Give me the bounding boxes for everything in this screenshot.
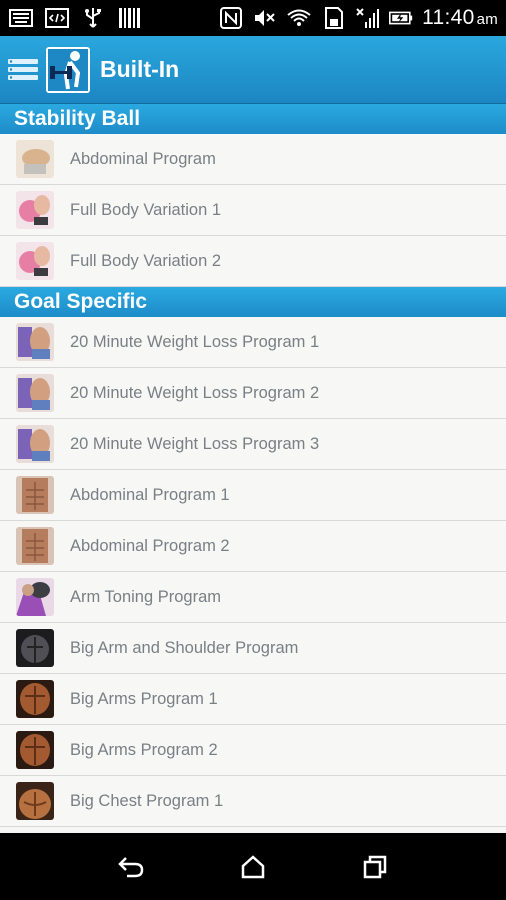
list-item[interactable]: Big Chest Program 1: [0, 776, 506, 827]
list-item-label: Abdominal Program 1: [70, 485, 230, 504]
program-thumbnail: [16, 242, 54, 280]
recent-apps-icon: [363, 855, 387, 878]
program-thumbnail: [16, 731, 54, 769]
back-icon: [118, 856, 144, 877]
program-thumbnail: [16, 680, 54, 718]
program-thumbnail: [16, 374, 54, 412]
program-thumbnail: [16, 191, 54, 229]
recent-apps-button[interactable]: [355, 847, 395, 887]
program-thumbnail: [16, 578, 54, 616]
system-nav-bar: [0, 833, 506, 900]
list-item[interactable]: 20 Minute Weight Loss Program 2: [0, 368, 506, 419]
list-item[interactable]: 20 Minute Weight Loss Program 3: [0, 419, 506, 470]
sd-card-icon: [320, 7, 346, 29]
usb-icon: [80, 7, 106, 29]
list-item-label: 20 Minute Weight Loss Program 1: [70, 332, 320, 351]
program-thumbnail: [16, 527, 54, 565]
list-item[interactable]: Big Arms Program 2: [0, 725, 506, 776]
home-button[interactable]: [233, 847, 273, 887]
home-icon: [241, 854, 265, 878]
dumbbell-person-icon: [48, 48, 88, 91]
clock: 11:40 am: [422, 6, 498, 29]
app-logo: [46, 46, 90, 93]
list-item-label: Full Body Variation 1: [70, 200, 222, 219]
mute-icon: [252, 7, 278, 29]
battery-charging-icon: [388, 7, 414, 29]
status-bar: 11:40 am: [0, 0, 506, 36]
program-thumbnail: [16, 425, 54, 463]
list-item[interactable]: Big Arms Program 1: [0, 674, 506, 725]
menu-icon: [8, 58, 38, 80]
list-item[interactable]: Abdominal Program 2: [0, 521, 506, 572]
list-item[interactable]: Abdominal Program: [0, 134, 506, 185]
list-item[interactable]: Abdominal Program 1: [0, 470, 506, 521]
signal-icon: [354, 7, 380, 29]
list-item[interactable]: Full Body Variation 1: [0, 185, 506, 236]
page-title: Built-In: [100, 56, 180, 82]
back-button[interactable]: [111, 847, 151, 887]
program-thumbnail: [16, 323, 54, 361]
list-item[interactable]: Big Arm and Shoulder Program: [0, 623, 506, 674]
program-thumbnail: [16, 476, 54, 514]
list-item-label: Big Arms Program 1: [70, 689, 218, 708]
list-item-label: Big Arm and Shoulder Program: [70, 638, 299, 657]
section-header-stability-ball: Stability Ball: [0, 104, 506, 134]
list-item-label: Full Body Variation 2: [70, 251, 222, 270]
list-item[interactable]: 20 Minute Weight Loss Program 1: [0, 317, 506, 368]
list-item-label: Abdominal Program: [70, 149, 216, 168]
list-item-label: Abdominal Program 2: [70, 536, 230, 555]
program-thumbnail: [16, 782, 54, 820]
list-item-label: Big Chest Program 1: [70, 791, 224, 810]
code-icon: [44, 7, 70, 29]
keyboard-icon: [8, 7, 34, 29]
list-item[interactable]: Full Body Variation 2: [0, 236, 506, 287]
nfc-icon: [218, 7, 244, 29]
barcode-icon: [116, 7, 142, 29]
program-list: Stability Ball Abdominal Program Full Bo…: [0, 104, 506, 833]
list-item-label: Arm Toning Program: [70, 587, 222, 606]
list-item[interactable]: Arm Toning Program: [0, 572, 506, 623]
drawer-menu-button[interactable]: [0, 36, 46, 104]
list-item-label: 20 Minute Weight Loss Program 3: [70, 434, 320, 453]
list-item-label: Big Arms Program 2: [70, 740, 218, 759]
program-thumbnail: [16, 140, 54, 178]
section-header-goal-specific: Goal Specific: [0, 287, 506, 317]
list-item-label: 20 Minute Weight Loss Program 2: [70, 383, 320, 402]
action-bar: Built-In: [0, 36, 506, 104]
program-thumbnail: [16, 629, 54, 667]
wifi-icon: [286, 7, 312, 29]
